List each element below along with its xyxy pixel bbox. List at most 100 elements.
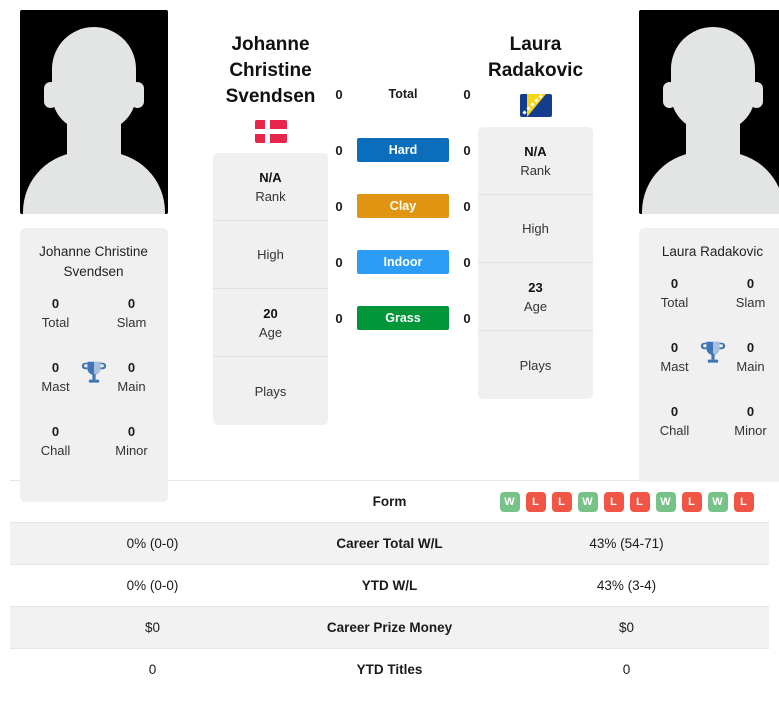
- h2h-row-hard: 0 Hard 0: [328, 122, 478, 178]
- title-stat-main: 0 Main: [106, 358, 158, 422]
- stat-label: Main: [117, 379, 146, 394]
- form-badge-loss[interactable]: L: [733, 491, 754, 512]
- plays-label: Plays: [519, 357, 552, 373]
- right-form-strip: WLLWLLWLWL: [484, 491, 769, 512]
- surface-badge-hard: Hard: [357, 138, 449, 162]
- flag-star: [521, 110, 527, 115]
- right-titles-grid: 0 Total 0 Slam 0 Mast 0 Main 0 Chall 0 M…: [639, 270, 779, 466]
- left-player-value: 0% (0-0): [126, 536, 179, 551]
- stat-label: Total: [660, 295, 689, 310]
- right-player-card-name: Laura Radakovic: [661, 244, 764, 259]
- avatar-body: [641, 152, 779, 214]
- stat-label: Chall: [659, 423, 690, 438]
- left-player-info-column: Johanne Christine Svendsen N/A Rank High…: [213, 10, 328, 425]
- stat-label: Slam: [116, 315, 147, 330]
- stat-value: 0: [127, 424, 136, 439]
- stat-label: YTD Titles: [356, 662, 423, 677]
- form-badge-loss[interactable]: L: [551, 491, 572, 512]
- stat-label: Mast: [41, 379, 70, 394]
- form-badge-win[interactable]: W: [577, 491, 598, 512]
- stat-value: 0: [670, 340, 679, 355]
- age-label: Age: [523, 298, 548, 314]
- right-player-column: Laura Radakovic 0 Total 0 Slam 0 Mast 0 …: [629, 10, 779, 482]
- trophy-icon: [79, 358, 109, 388]
- right-player-avatar: [638, 10, 779, 214]
- h2h-right-score: 0: [463, 254, 471, 270]
- right-player-info-card: N/A Rank High 23 Age Plays: [478, 127, 593, 399]
- left-player-card-name: Johanne Christine Svendsen: [39, 244, 148, 279]
- table-row: 0 YTD Titles 0: [10, 648, 769, 691]
- right-age-cell: 23 Age: [478, 263, 593, 331]
- stat-label: Minor: [115, 443, 148, 458]
- stat-label: Total: [41, 315, 70, 330]
- stat-value: 0: [746, 404, 755, 419]
- stat-label: Career Total W/L: [336, 536, 443, 551]
- form-badge-win[interactable]: W: [707, 491, 728, 512]
- age-value: 20: [263, 305, 278, 321]
- form-badge-loss[interactable]: L: [629, 491, 650, 512]
- rank-label: Rank: [255, 188, 286, 204]
- right-player-value: 43% (54-71): [589, 536, 664, 551]
- right-player-value: 43% (3-4): [596, 578, 657, 593]
- left-player-value: 0: [148, 662, 157, 677]
- title-stat-minor: 0 Minor: [106, 422, 158, 486]
- form-badge-loss[interactable]: L: [603, 491, 624, 512]
- form-badge-win[interactable]: W: [499, 491, 520, 512]
- name-line: Christine: [229, 60, 312, 81]
- left-age-cell: 20 Age: [213, 289, 328, 357]
- stat-value: 0: [746, 340, 755, 355]
- title-stat-total: 0 Total: [649, 274, 701, 338]
- stat-value: 0: [670, 276, 679, 291]
- h2h-row-grass: 0 Grass 0: [328, 290, 478, 346]
- stat-label: YTD W/L: [361, 578, 418, 593]
- table-row: $0 Career Prize Money $0: [10, 606, 769, 649]
- age-label: Age: [258, 324, 283, 340]
- comparison-header: Johanne Christine Svendsen 0 Total 0 Sla…: [0, 0, 779, 502]
- h2h-row-clay: 0 Clay 0: [328, 178, 478, 234]
- title-stat-total: 0 Total: [30, 294, 82, 358]
- stat-value: 0: [127, 360, 136, 375]
- titles-row: 0 Chall 0 Minor: [20, 422, 168, 486]
- rank-value: N/A: [524, 143, 547, 159]
- right-rank-cell: N/A Rank: [478, 127, 593, 195]
- h2h-left-score: 0: [335, 86, 343, 102]
- avatar-ear-left: [662, 82, 676, 108]
- right-player-name: Laura Radakovic: [461, 32, 611, 84]
- left-plays-cell: Plays: [213, 357, 328, 425]
- stat-value: 0: [51, 424, 60, 439]
- high-label: High: [257, 247, 284, 262]
- name-line: Radakovic: [487, 60, 584, 81]
- title-stat-minor: 0 Minor: [725, 402, 777, 466]
- form-badge-win[interactable]: W: [655, 491, 676, 512]
- title-stat-mast: 0 Mast: [30, 358, 82, 422]
- h2h-left-score: 0: [335, 198, 343, 214]
- stat-label: Form: [372, 494, 407, 509]
- stat-value: 0: [746, 276, 755, 291]
- denmark-flag-icon: [254, 120, 287, 143]
- surface-badge-total: Total: [388, 87, 418, 101]
- titles-row: 0 Total 0 Slam: [20, 294, 168, 358]
- form-badge-loss[interactable]: L: [681, 491, 702, 512]
- avatar-ear-right: [130, 82, 144, 108]
- h2h-row-indoor: 0 Indoor 0: [328, 234, 478, 290]
- h2h-right-score: 0: [463, 198, 471, 214]
- left-high-cell: High: [213, 221, 328, 289]
- right-plays-cell: Plays: [478, 331, 593, 399]
- stat-label: Mast: [660, 359, 689, 374]
- h2h-left-score: 0: [335, 142, 343, 158]
- right-player-info-column: Laura Radakovic N/A Rank High 23 Age Pla…: [478, 10, 593, 399]
- left-rank-cell: N/A Rank: [213, 153, 328, 221]
- avatar-ear-right: [749, 82, 763, 108]
- right-player-titles-card: Laura Radakovic 0 Total 0 Slam 0 Mast 0 …: [638, 228, 779, 482]
- stat-label: Main: [736, 359, 765, 374]
- stat-label: Chall: [40, 443, 71, 458]
- stat-value: 0: [51, 296, 60, 311]
- form-badge-loss[interactable]: L: [525, 491, 546, 512]
- h2h-right-score: 0: [463, 86, 471, 102]
- left-player-value: 0% (0-0): [126, 578, 179, 593]
- right-player-value: WLLWLLWLWL: [484, 481, 769, 523]
- left-player-avatar: [19, 10, 168, 214]
- plays-label: Plays: [254, 383, 287, 399]
- title-stat-slam: 0 Slam: [725, 274, 777, 338]
- stat-value: 0: [127, 296, 136, 311]
